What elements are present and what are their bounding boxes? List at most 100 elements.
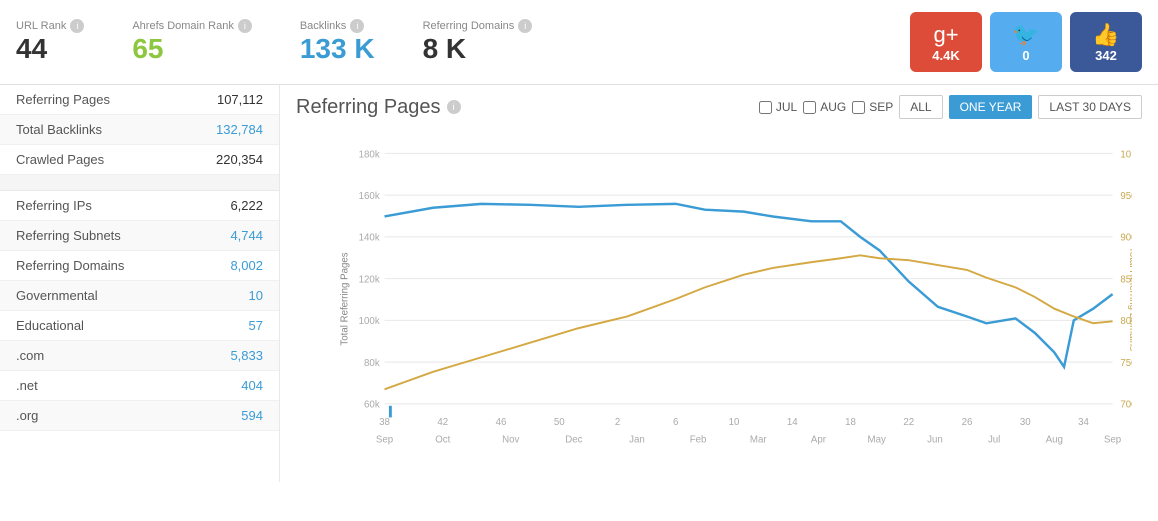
svg-text:9000: 9000 [1120, 233, 1132, 244]
chart-area: Referring Pages i JUL AUG SEP ALL ONE YE… [280, 85, 1158, 482]
svg-text:Total Referring Domains: Total Referring Domains [1127, 247, 1132, 351]
list-item: Crawled Pages 220,354 [0, 145, 279, 175]
svg-text:160k: 160k [359, 191, 380, 202]
referring-pages-chart: 180k 160k 140k 120k 100k 80k 60k 10,000 … [336, 129, 1132, 469]
sidebar-educational-label: Educational [16, 318, 84, 333]
sidebar-referring-pages-label: Referring Pages [16, 92, 110, 107]
list-item: Governmental 10 [0, 281, 279, 311]
social-buttons: g+ 4.4K 🐦 0 👍 342 [910, 12, 1142, 72]
svg-text:Jun: Jun [927, 435, 943, 446]
svg-text:14: 14 [787, 417, 798, 428]
filter-jul[interactable]: JUL [759, 100, 797, 114]
svg-text:Total Referring Pages: Total Referring Pages [340, 252, 351, 345]
svg-text:Dec: Dec [565, 435, 582, 446]
filter-aug-checkbox[interactable] [803, 101, 816, 114]
sidebar-governmental-value: 10 [249, 288, 263, 303]
chart-title: Referring Pages [296, 96, 441, 119]
sidebar-referring-ips-value: 6,222 [230, 198, 263, 213]
facebook-count: 342 [1095, 48, 1117, 63]
stat-url-rank-value: 44 [16, 33, 84, 65]
filter-sep[interactable]: SEP [852, 100, 893, 114]
svg-text:38: 38 [379, 417, 390, 428]
svg-text:6: 6 [673, 417, 678, 428]
list-item: Referring Subnets 4,744 [0, 221, 279, 251]
svg-text:34: 34 [1078, 417, 1089, 428]
ahrefs-rank-info-icon[interactable]: i [238, 19, 252, 33]
gplus-button[interactable]: g+ 4.4K [910, 12, 982, 72]
list-item: Referring IPs 6,222 [0, 191, 279, 221]
sidebar-org-label: .org [16, 408, 38, 423]
stat-referring-label: Referring Domains [423, 20, 515, 32]
list-item: .com 5,833 [0, 341, 279, 371]
svg-text:42: 42 [437, 417, 448, 428]
list-item: Referring Domains 8,002 [0, 251, 279, 281]
filter-all-button[interactable]: ALL [899, 95, 942, 119]
stat-ahrefs-label: Ahrefs Domain Rank [132, 20, 234, 32]
sidebar-crawled-pages-value: 220,354 [216, 152, 263, 167]
svg-text:10,000: 10,000 [1120, 149, 1132, 160]
list-item: .net 404 [0, 371, 279, 401]
svg-text:7000: 7000 [1120, 400, 1132, 411]
referring-info-icon[interactable]: i [518, 19, 532, 33]
svg-text:Mar: Mar [750, 435, 767, 446]
svg-text:May: May [868, 435, 886, 446]
stat-referring-value: 8 K [423, 33, 533, 65]
svg-text:Jul: Jul [988, 435, 1000, 446]
svg-text:22: 22 [903, 417, 914, 428]
sidebar-com-label: .com [16, 348, 44, 363]
sidebar-crawled-pages-label: Crawled Pages [16, 152, 104, 167]
filter-aug[interactable]: AUG [803, 100, 846, 114]
svg-text:50: 50 [554, 417, 565, 428]
sidebar: Referring Pages 107,112 Total Backlinks … [0, 85, 280, 482]
sidebar-net-value: 404 [241, 378, 263, 393]
backlinks-info-icon[interactable]: i [350, 19, 364, 33]
stat-backlinks: Backlinks i 133 K [300, 19, 375, 65]
svg-text:Feb: Feb [690, 435, 707, 446]
svg-text:30: 30 [1020, 417, 1031, 428]
svg-text:2: 2 [615, 417, 620, 428]
twitter-button[interactable]: 🐦 0 [990, 12, 1062, 72]
sidebar-referring-subnets-value: 4,744 [230, 228, 263, 243]
chart-info-icon[interactable]: i [447, 100, 461, 114]
svg-text:18: 18 [845, 417, 856, 428]
svg-text:46: 46 [496, 417, 507, 428]
svg-text:Oct: Oct [435, 435, 450, 446]
sidebar-com-value: 5,833 [230, 348, 263, 363]
svg-text:9500: 9500 [1120, 191, 1132, 202]
gold-chart-line [385, 255, 1113, 389]
svg-text:10: 10 [729, 417, 740, 428]
sidebar-educational-value: 57 [249, 318, 263, 333]
facebook-button[interactable]: 👍 342 [1070, 12, 1142, 72]
sidebar-org-value: 594 [241, 408, 263, 423]
gplus-count: 4.4K [932, 48, 959, 63]
stat-backlinks-value: 133 K [300, 33, 375, 65]
stat-backlinks-label: Backlinks [300, 20, 346, 32]
sidebar-net-label: .net [16, 378, 38, 393]
list-item: .org 594 [0, 401, 279, 431]
gplus-icon: g+ [933, 22, 958, 48]
list-item: Educational 57 [0, 311, 279, 341]
svg-text:140k: 140k [359, 233, 380, 244]
top-bar: URL Rank i 44 Ahrefs Domain Rank i 65 Ba… [0, 0, 1158, 85]
svg-text:Sep: Sep [376, 435, 393, 446]
url-rank-info-icon[interactable]: i [70, 19, 84, 33]
filter-sep-checkbox[interactable] [852, 101, 865, 114]
blue-chart-line [385, 204, 1113, 367]
sidebar-divider [0, 175, 279, 191]
filter-jul-checkbox[interactable] [759, 101, 772, 114]
stat-ahrefs-domain-rank: Ahrefs Domain Rank i 65 [132, 19, 252, 65]
filter-one-year-button[interactable]: ONE YEAR [949, 95, 1033, 119]
svg-text:Apr: Apr [811, 435, 827, 446]
main-content: Referring Pages 107,112 Total Backlinks … [0, 85, 1158, 482]
sidebar-referring-domains-label: Referring Domains [16, 258, 124, 273]
sidebar-total-backlinks-value: 132,784 [216, 122, 263, 137]
twitter-icon: 🐦 [1012, 22, 1039, 48]
chart-header: Referring Pages i JUL AUG SEP ALL ONE YE… [296, 95, 1142, 119]
stat-url-rank: URL Rank i 44 [16, 19, 84, 65]
svg-text:80k: 80k [364, 358, 380, 369]
stat-url-rank-label: URL Rank [16, 20, 66, 32]
svg-text:26: 26 [962, 417, 973, 428]
svg-text:Sep: Sep [1104, 435, 1121, 446]
sidebar-referring-subnets-label: Referring Subnets [16, 228, 121, 243]
filter-last-30-days-button[interactable]: LAST 30 DAYS [1038, 95, 1142, 119]
